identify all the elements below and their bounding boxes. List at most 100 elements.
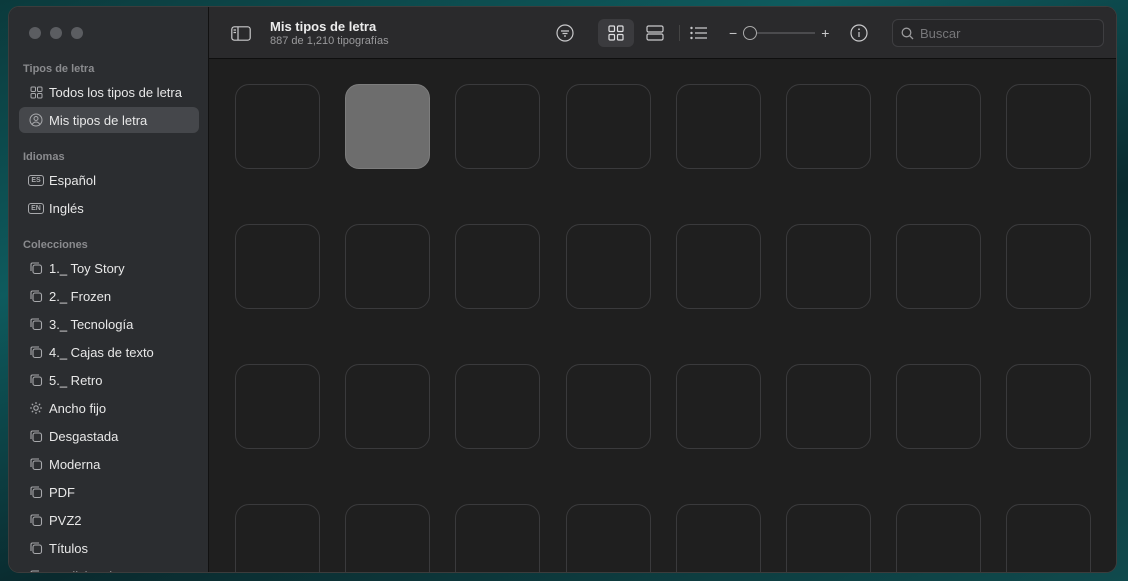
font-tile[interactable] bbox=[345, 504, 431, 572]
sidebar-item-collection[interactable]: PVZ2 bbox=[19, 507, 199, 533]
strip-view-button[interactable] bbox=[641, 19, 669, 47]
sidebar-item-label: Moderna bbox=[49, 456, 101, 472]
font-tile[interactable] bbox=[565, 364, 651, 449]
sidebar-item-label: 3._ Tecnología bbox=[49, 316, 134, 332]
search-icon bbox=[901, 27, 914, 39]
person-circle-icon bbox=[29, 113, 43, 127]
sidebar: Tipos de letra Todos los tipos de letra … bbox=[9, 7, 209, 572]
font-tile[interactable] bbox=[345, 224, 431, 309]
font-tile[interactable] bbox=[235, 224, 320, 309]
sidebar-item-label: 1._ Toy Story bbox=[49, 260, 125, 276]
font-tile[interactable] bbox=[455, 224, 541, 309]
collection-icon bbox=[29, 485, 43, 499]
minimize-window-button[interactable] bbox=[50, 27, 62, 39]
sidebar-item-spanish[interactable]: ES Español bbox=[19, 167, 199, 193]
sidebar-item-collection[interactable]: 4._ Cajas de texto bbox=[19, 339, 199, 365]
sidebar-item-all-fonts[interactable]: Todos los tipos de letra bbox=[19, 79, 199, 105]
font-tile[interactable] bbox=[1006, 364, 1092, 449]
sidebar-section-fonts: Tipos de letra bbox=[23, 63, 95, 75]
font-tile[interactable] bbox=[1006, 224, 1092, 309]
sidebar-item-label: PDF bbox=[49, 484, 75, 500]
collection-icon bbox=[29, 457, 43, 471]
zoom-slider-knob[interactable] bbox=[743, 26, 758, 40]
strip-view-icon bbox=[646, 25, 664, 41]
sidebar-item-label: Tradicional bbox=[49, 569, 112, 573]
font-tile[interactable] bbox=[235, 504, 320, 572]
sidebar-item-collection[interactable]: Ancho fijo bbox=[19, 395, 199, 421]
font-tile[interactable] bbox=[896, 364, 982, 449]
info-button[interactable] bbox=[847, 19, 871, 47]
font-tile[interactable] bbox=[455, 364, 541, 449]
font-tile[interactable] bbox=[786, 504, 871, 572]
font-tile[interactable] bbox=[345, 364, 431, 449]
zoom-out-icon[interactable]: − bbox=[729, 25, 737, 41]
sidebar-toggle-button[interactable] bbox=[229, 19, 253, 47]
sidebar-item-label: Mis tipos de letra bbox=[49, 112, 148, 128]
font-tile[interactable] bbox=[1006, 504, 1092, 572]
font-tile[interactable] bbox=[896, 84, 982, 169]
zoom-window-button[interactable] bbox=[71, 27, 83, 39]
collection-icon bbox=[29, 289, 43, 303]
font-tile[interactable] bbox=[896, 504, 982, 572]
sidebar-item-label: 5._ Retro bbox=[49, 372, 103, 388]
sidebar-item-label: 2._ Frozen bbox=[49, 288, 112, 304]
window-controls bbox=[29, 27, 83, 39]
list-view-button[interactable] bbox=[685, 19, 713, 47]
collection-icon bbox=[29, 569, 43, 572]
collection-icon bbox=[29, 317, 43, 331]
sidebar-item-collection[interactable]: Desgastada bbox=[19, 423, 199, 449]
sidebar-item-collection[interactable]: 1._ Toy Story bbox=[19, 255, 199, 281]
font-tile[interactable] bbox=[675, 364, 761, 449]
zoom-in-icon[interactable]: + bbox=[821, 25, 829, 41]
search-field[interactable] bbox=[892, 19, 1104, 47]
main-content: Mis tipos de letra 887 de 1,210 tipograf… bbox=[209, 7, 1116, 572]
sidebar-item-collection[interactable]: Títulos bbox=[19, 535, 199, 561]
sidebar-item-label: Ancho fijo bbox=[49, 400, 107, 416]
sidebar-item-collection[interactable]: PDF bbox=[19, 479, 199, 505]
toolbar-separator bbox=[679, 25, 680, 41]
font-tile[interactable] bbox=[1006, 84, 1092, 169]
collection-icon bbox=[29, 373, 43, 387]
font-tile[interactable] bbox=[345, 84, 431, 169]
font-tile[interactable] bbox=[786, 84, 871, 169]
sidebar-item-my-fonts[interactable]: Mis tipos de letra bbox=[19, 107, 199, 133]
language-en-icon: EN bbox=[28, 201, 44, 215]
search-input[interactable] bbox=[920, 25, 1090, 41]
sidebar-item-label: Inglés bbox=[49, 200, 84, 216]
sidebar-item-english[interactable]: EN Inglés bbox=[19, 195, 199, 221]
sidebar-item-collection[interactable]: 2._ Frozen bbox=[19, 283, 199, 309]
collection-icon bbox=[29, 541, 43, 555]
sidebar-item-collection[interactable]: 3._ Tecnología bbox=[19, 311, 199, 337]
font-tile[interactable] bbox=[675, 84, 761, 169]
close-window-button[interactable] bbox=[29, 27, 41, 39]
font-grid bbox=[209, 60, 1116, 572]
zoom-slider[interactable]: − + bbox=[729, 19, 829, 47]
font-tile[interactable] bbox=[565, 504, 651, 572]
filter-icon bbox=[556, 24, 574, 42]
font-tile[interactable] bbox=[786, 224, 871, 309]
font-tile[interactable] bbox=[235, 84, 320, 169]
page-title: Mis tipos de letra bbox=[270, 19, 377, 34]
collection-icon bbox=[29, 345, 43, 359]
font-tile[interactable] bbox=[896, 224, 982, 309]
sidebar-item-collection[interactable]: Tradicional bbox=[19, 563, 199, 572]
font-tile[interactable] bbox=[786, 364, 871, 449]
font-tile[interactable] bbox=[565, 84, 651, 169]
sidebar-item-collection[interactable]: 5._ Retro bbox=[19, 367, 199, 393]
sidebar-item-collection[interactable]: Moderna bbox=[19, 451, 199, 477]
font-tile[interactable] bbox=[675, 504, 761, 572]
font-tile[interactable] bbox=[455, 84, 541, 169]
zoom-slider-track[interactable] bbox=[743, 26, 816, 40]
font-tile[interactable] bbox=[565, 224, 651, 309]
font-tile[interactable] bbox=[235, 364, 320, 449]
grid-view-button[interactable] bbox=[598, 19, 634, 47]
info-icon bbox=[850, 24, 868, 42]
font-tile[interactable] bbox=[675, 224, 761, 309]
collection-icon bbox=[29, 261, 43, 275]
list-view-icon bbox=[690, 26, 707, 40]
toolbar: Mis tipos de letra 887 de 1,210 tipograf… bbox=[209, 7, 1116, 59]
sidebar-item-label: Todos los tipos de letra bbox=[49, 84, 182, 100]
sidebar-item-label: 4._ Cajas de texto bbox=[49, 344, 154, 360]
filter-button[interactable] bbox=[551, 19, 579, 47]
font-tile[interactable] bbox=[455, 504, 541, 572]
